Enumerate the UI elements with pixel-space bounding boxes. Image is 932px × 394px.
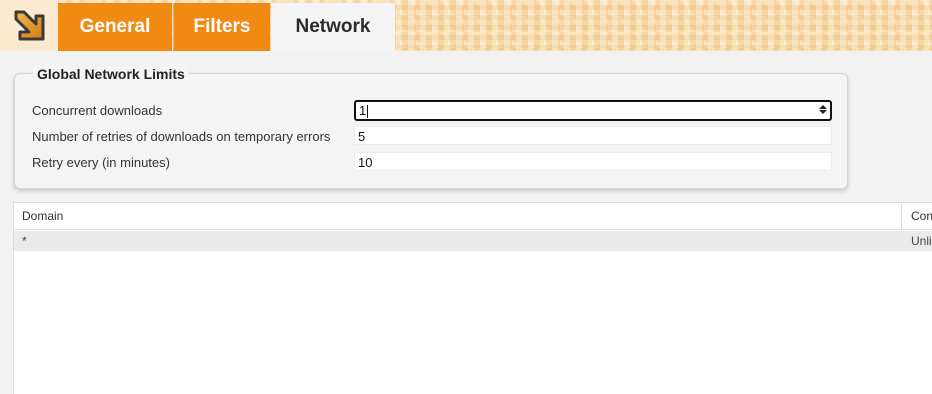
concurrent-downloads-value: 1 — [359, 103, 367, 118]
download-arrow-icon — [14, 10, 45, 40]
retry-interval-label: Retry every (in minutes) — [32, 155, 170, 170]
spin-arrows-icon[interactable] — [819, 104, 827, 117]
concurrent-downloads-spinbox[interactable]: 1 — [354, 100, 832, 121]
table-row[interactable]: * Unli — [14, 231, 932, 251]
table-header: Domain Con — [14, 203, 932, 230]
concurrent-downloads-label: Concurrent downloads — [32, 103, 163, 118]
tab-filters[interactable]: Filters — [173, 3, 270, 51]
cell-concurrent: Unli — [911, 234, 932, 248]
column-header-concurrent[interactable]: Con — [903, 203, 932, 230]
tab-general[interactable]: General — [58, 3, 172, 51]
retries-input[interactable]: 5 — [354, 126, 832, 145]
group-title: Global Network Limits — [33, 66, 189, 82]
app-logo[interactable] — [0, 0, 58, 51]
tab-network[interactable]: Network — [271, 3, 395, 51]
cell-domain: * — [22, 234, 27, 248]
domain-limits-table[interactable]: Domain Con * Unli — [13, 202, 932, 394]
header-bar: General Filters Network — [0, 0, 932, 51]
global-network-limits-group: Global Network Limits Concurrent downloa… — [14, 66, 848, 189]
retries-label: Number of retries of downloads on tempor… — [32, 129, 331, 144]
retry-interval-input[interactable]: 10 — [354, 152, 832, 171]
column-header-domain[interactable]: Domain — [14, 203, 902, 230]
